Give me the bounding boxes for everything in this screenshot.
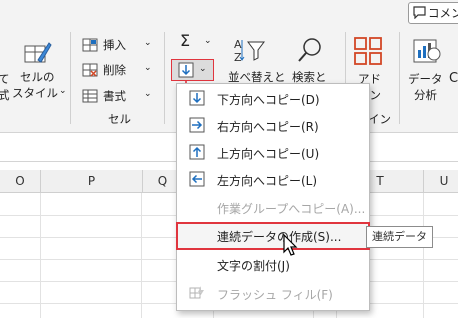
svg-text:A: A <box>234 38 242 51</box>
chevron-down-icon: ⌄ <box>199 64 207 74</box>
cell-styles-label-2: スタイル <box>12 86 58 100</box>
group-separator <box>399 32 400 124</box>
fill-up-icon <box>189 144 205 160</box>
fill-right-icon <box>189 117 205 133</box>
sigma-icon: Σ <box>180 31 191 50</box>
comment-button-label: コメン <box>428 6 458 20</box>
chevron-down-icon: ⌄ <box>144 63 152 73</box>
search-icon <box>298 38 321 62</box>
menu-item-fill-across-worksheets: 作業グループへコピー(A)... <box>177 195 369 221</box>
menu-item-label: 連続データの作成(S)... <box>217 230 342 244</box>
delete-cells-icon <box>82 63 98 77</box>
mouse-cursor-icon <box>283 234 298 256</box>
addins-group-label: イン <box>368 112 391 126</box>
chevron-down-icon: ⌄ <box>204 36 212 46</box>
data-analysis-button[interactable]: データ 分析 <box>404 34 452 104</box>
left-fragment-2: 式 <box>0 88 10 102</box>
tooltip: 連続データ <box>366 226 433 248</box>
menu-item-flash-fill: フラッシュ フィル(F) <box>177 281 369 307</box>
menu-item-fill-up[interactable]: 上方向へコピー(U) <box>177 140 369 166</box>
menu-item-label: 作業グループへコピー(A)... <box>217 202 366 216</box>
fill-button[interactable]: ⌄ <box>171 59 214 81</box>
format-label: 書式 <box>103 89 126 103</box>
insert-cells-icon <box>82 38 98 52</box>
data-analysis-label-1: データ <box>408 72 443 86</box>
menu-item-label: 左方向へコピー(L) <box>217 174 318 188</box>
cell-styles-icon <box>24 42 52 63</box>
menu-item-label: 文字の割付(J) <box>217 259 290 273</box>
format-button[interactable]: 書式 ⌄ <box>82 87 157 105</box>
find-select-button[interactable]: 検索と <box>290 36 334 86</box>
group-separator <box>164 32 165 124</box>
cell-styles-chevron-icon: ⌄ <box>59 86 67 96</box>
cells-group-label: セル <box>108 112 131 126</box>
delete-label: 削除 <box>103 63 126 77</box>
menu-item-label: 下方向へコピー(D) <box>217 93 320 107</box>
chevron-down-icon: ⌄ <box>144 89 152 99</box>
comment-icon <box>413 6 426 19</box>
menu-item-label: フラッシュ フィル(F) <box>217 288 333 302</box>
chevron-down-icon: ⌄ <box>144 38 152 48</box>
fill-dropdown-menu: 下方向へコピー(D) 右方向へコピー(R) 上方向へコピー(U) 左方向へコピー… <box>176 83 370 311</box>
sort-filter-button[interactable]: A Z 並べ替えと <box>226 36 286 86</box>
format-cells-icon <box>82 89 98 103</box>
menu-item-fill-left[interactable]: 左方向へコピー(L) <box>177 167 369 193</box>
fill-down-icon <box>189 90 205 106</box>
fill-down-icon <box>178 62 194 78</box>
data-analysis-icon <box>413 39 441 63</box>
group-separator <box>70 32 71 124</box>
right-fragment: C <box>449 71 458 86</box>
sort-filter-icon: A Z <box>234 38 265 64</box>
menu-item-label: 右方向へコピー(R) <box>217 120 319 134</box>
insert-button[interactable]: 挿入 ⌄ <box>82 36 157 54</box>
column-header-u[interactable]: U <box>424 170 458 192</box>
cell-styles-button[interactable]: セルの スタイル ⌄ <box>12 36 67 106</box>
delete-button[interactable]: 削除 ⌄ <box>82 61 157 79</box>
menu-item-fill-down[interactable]: 下方向へコピー(D) <box>177 86 369 112</box>
autosum-button[interactable]: Σ ⌄ <box>172 31 218 54</box>
menu-item-label: 上方向へコピー(U) <box>217 147 320 161</box>
sort-filter-label: 並べ替えと <box>228 70 286 84</box>
menu-item-fill-right[interactable]: 右方向へコピー(R) <box>177 113 369 139</box>
fill-left-icon <box>189 171 205 187</box>
left-fragment: て <box>0 72 10 86</box>
comment-button[interactable]: コメン <box>408 2 458 24</box>
column-header-o[interactable]: O <box>0 170 41 192</box>
menu-item-justify[interactable]: 文字の割付(J) <box>177 252 369 278</box>
insert-label: 挿入 <box>103 38 126 52</box>
cell-styles-label-1: セルの <box>20 70 55 84</box>
data-analysis-label-2: 分析 <box>414 88 437 102</box>
addins-grid-icon <box>354 37 382 65</box>
menu-item-series[interactable]: 連続データの作成(S)... <box>176 222 370 250</box>
find-select-label: 検索と <box>292 70 327 84</box>
flash-fill-icon <box>189 286 204 299</box>
